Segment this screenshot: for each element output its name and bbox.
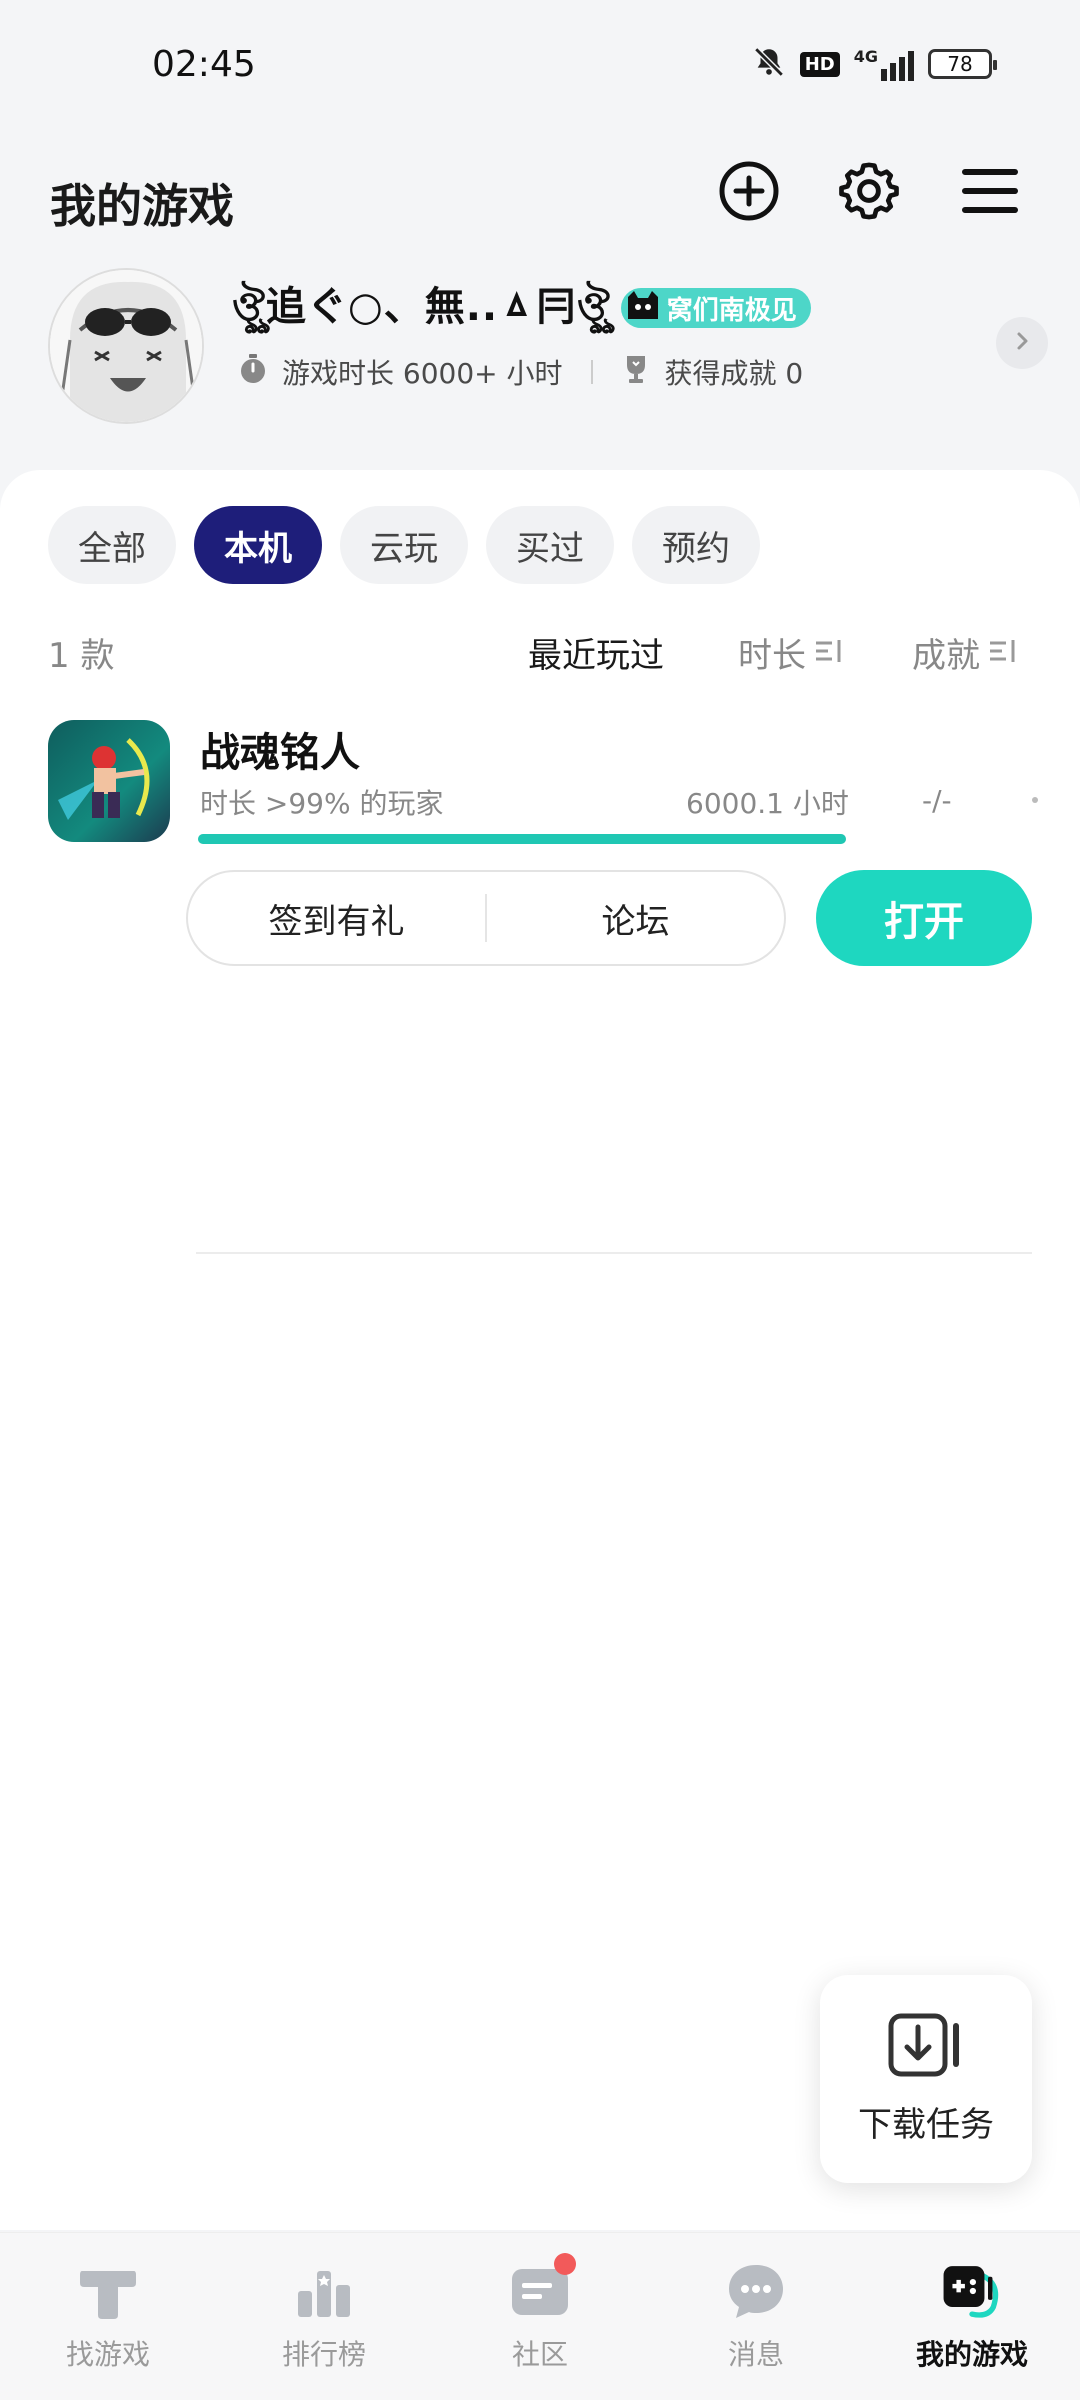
- sort-order-icon: [814, 633, 844, 673]
- game-count: 1 款: [48, 636, 115, 676]
- sort-row: 1 款 最近玩过 时长 成就: [48, 618, 1032, 678]
- add-circle-icon: [718, 160, 780, 226]
- nav-my-games[interactable]: 我的游戏: [864, 2233, 1080, 2400]
- filter-tabs: 全部 本机 云玩 买过 预约: [48, 506, 760, 584]
- message-icon: [724, 2259, 788, 2323]
- add-button[interactable]: [714, 158, 784, 228]
- bottom-nav: 找游戏 排行榜 社区 消息 我的游戏: [0, 2232, 1080, 2400]
- status-icons: HD 4G 78: [752, 44, 997, 84]
- leaderboard-icon: [292, 2259, 356, 2323]
- sort-achievement[interactable]: 成就: [912, 628, 1018, 677]
- nav-find-game-label: 找游戏: [65, 2338, 150, 2371]
- sort-recent-label: 最近玩过: [528, 636, 664, 676]
- menu-icon: [960, 163, 1020, 223]
- status-time: 02:45: [152, 44, 256, 85]
- nav-messages[interactable]: 消息: [648, 2233, 864, 2400]
- battery-icon: 78: [928, 49, 997, 79]
- checkin-button[interactable]: 签到有礼: [188, 872, 485, 964]
- notification-dot: [554, 2253, 576, 2275]
- tab-cloud[interactable]: 云玩: [340, 506, 468, 584]
- my-games-icon: [940, 2259, 1004, 2323]
- avatar[interactable]: [48, 268, 204, 424]
- bell-muted-icon: [752, 45, 786, 83]
- playtime-label: 游戏时长 6000+ 小时: [282, 357, 563, 390]
- header: 我的游戏: [0, 150, 1080, 240]
- nav-leaderboard-label: 排行榜: [281, 2338, 366, 2371]
- game-list-item[interactable]: 战魂铭人 时长 >99% 的玩家 6000.1 小时 -/- 签到有礼 论坛 打…: [48, 720, 1038, 1254]
- nav-community-label: 社区: [511, 2338, 568, 2371]
- sort-duration[interactable]: 时长: [738, 628, 844, 677]
- tab-local[interactable]: 本机: [194, 506, 322, 584]
- status-bar: 02:45 HD 4G 78: [0, 0, 1080, 130]
- playtime-progress-bar: [198, 834, 846, 844]
- download-tasks-label: 下载任务: [858, 2104, 994, 2145]
- profile-badge[interactable]: 窝们南极见: [620, 288, 811, 328]
- game-name: 战魂铭人: [200, 730, 360, 776]
- download-tasks-button[interactable]: 下载任务: [820, 1975, 1032, 2183]
- signal-icon: 4G: [854, 47, 914, 81]
- tab-purchased[interactable]: 买过: [486, 506, 614, 584]
- profile-badge-label: 窝们南极见: [666, 295, 797, 326]
- settings-icon: [836, 158, 902, 228]
- chevron-right-icon: [1011, 330, 1033, 356]
- page-title: 我的游戏: [50, 179, 234, 233]
- nav-find-game[interactable]: 找游戏: [0, 2233, 216, 2400]
- playtime-progress-fill: [198, 834, 846, 844]
- nav-my-games-label: 我的游戏: [915, 2338, 1028, 2371]
- hd-icon: HD: [799, 51, 840, 77]
- more-vertical-icon: [1032, 797, 1038, 803]
- cat-icon: [625, 289, 661, 328]
- community-icon: [508, 2253, 576, 2323]
- download-icon: [888, 2013, 964, 2081]
- stats-divider: [590, 360, 593, 384]
- game-rank: 时长 >99% 的玩家: [200, 787, 444, 820]
- game-hours: 6000.1 小时: [686, 787, 849, 820]
- nav-community[interactable]: 社区: [432, 2233, 648, 2400]
- nickname-row: ঔৣ追ぐ○、無..ㅿ冃ঔৣ 窝们南极见: [232, 274, 811, 342]
- tab-reserved[interactable]: 预约: [632, 506, 760, 584]
- row-divider: [196, 1252, 1032, 1254]
- game-achievement: -/-: [922, 784, 952, 817]
- settings-button[interactable]: [834, 158, 904, 228]
- sort-duration-label: 时长: [738, 636, 806, 676]
- open-game-button[interactable]: 打开: [816, 870, 1032, 966]
- sort-achievement-label: 成就: [912, 636, 980, 676]
- tab-all[interactable]: 全部: [48, 506, 176, 584]
- find-game-icon: [76, 2259, 140, 2323]
- game-action-group: 签到有礼 论坛: [186, 870, 786, 966]
- game-list-panel: 全部 本机 云玩 买过 预约 1 款 最近玩过 时长 成就 战魂铭人 时长 >9…: [0, 470, 1080, 2230]
- profile-stats: 游戏时长 6000+ 小时 获得成就 0: [238, 352, 803, 392]
- menu-button[interactable]: [955, 158, 1025, 228]
- more-options-button[interactable]: [1020, 780, 1050, 820]
- nav-messages-label: 消息: [727, 2338, 784, 2371]
- trophy-icon: [621, 353, 651, 392]
- nav-leaderboard[interactable]: 排行榜: [216, 2233, 432, 2400]
- sort-order-icon: [988, 633, 1018, 673]
- battery-level: 78: [947, 52, 973, 76]
- achievement-label: 获得成就 0: [664, 357, 804, 390]
- nickname: ঔৣ追ぐ○、無..ㅿ冃ঔৣ: [232, 284, 611, 330]
- profile-card[interactable]: ঔৣ追ぐ○、無..ㅿ冃ঔৣ 窝们南极见 游戏时长 6000+ 小时 获得成就 0: [0, 260, 1080, 430]
- sort-recent[interactable]: 最近玩过: [528, 628, 664, 677]
- network-type-label: 4G: [853, 47, 878, 66]
- stopwatch-icon: [238, 353, 268, 392]
- forum-button[interactable]: 论坛: [487, 872, 784, 964]
- profile-arrow-button[interactable]: [996, 317, 1048, 369]
- game-icon[interactable]: [48, 720, 170, 842]
